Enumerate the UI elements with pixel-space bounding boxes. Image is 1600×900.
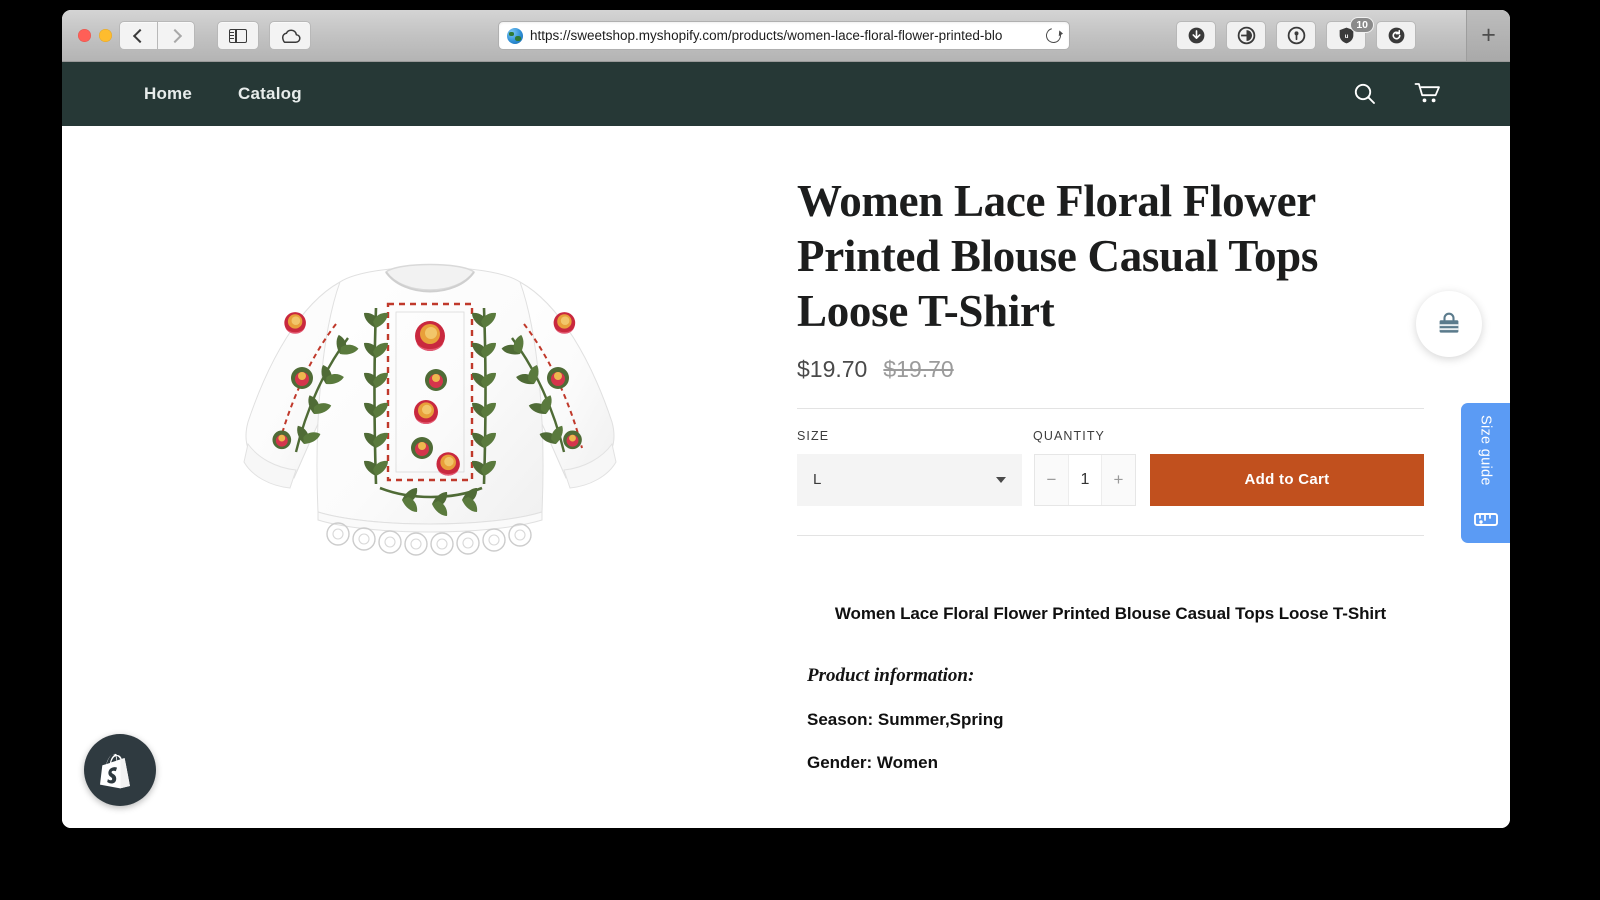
product-information-heading: Product information: — [807, 665, 1424, 687]
product-price: $19.70 — [797, 356, 867, 383]
chevron-down-icon — [996, 477, 1006, 483]
extension-password-button[interactable] — [1276, 21, 1316, 50]
floating-bag-button[interactable] — [1416, 291, 1482, 357]
description-title: Women Lace Floral Flower Printed Blouse … — [797, 596, 1424, 632]
size-guide-label: Size guide — [1478, 415, 1494, 503]
download-icon — [1187, 26, 1206, 45]
product-grid: Women Lace Floral Flower Printed Blouse … — [62, 126, 1510, 773]
divider-top — [797, 408, 1424, 409]
quantity-decrease-button[interactable]: − — [1035, 455, 1068, 505]
adblock-icon — [1237, 26, 1256, 45]
shopify-badge[interactable] — [84, 734, 156, 806]
product-image[interactable] — [190, 212, 670, 632]
extension-refresh-button[interactable] — [1376, 21, 1416, 50]
divider-bottom — [797, 535, 1424, 536]
forward-button[interactable] — [157, 21, 195, 50]
reload-icon[interactable] — [1043, 25, 1063, 45]
quantity-value[interactable]: 1 — [1068, 455, 1102, 505]
shopify-logo-icon — [100, 750, 140, 790]
nav-link-catalog[interactable]: Catalog — [228, 78, 312, 110]
quantity-stepper: − 1 + — [1034, 454, 1136, 506]
quantity-increase-button[interactable]: + — [1102, 455, 1135, 505]
address-bar[interactable]: https://sweetshop.myshopify.com/products… — [498, 21, 1070, 50]
nav-links: Home Catalog — [134, 78, 312, 110]
product-title: Women Lace Floral Flower Printed Blouse … — [797, 174, 1424, 339]
nav-icons — [1352, 81, 1444, 107]
nav-link-home[interactable]: Home — [134, 78, 202, 110]
price-row: $19.70 $19.70 — [797, 356, 1424, 383]
size-guide-tab[interactable]: Size guide — [1461, 403, 1510, 543]
extension-download-button[interactable] — [1176, 21, 1216, 50]
chevron-right-icon — [167, 28, 181, 42]
globe-icon — [507, 28, 523, 44]
product-info-column: Women Lace Floral Flower Printed Blouse … — [797, 174, 1510, 773]
product-information-block: Product information: Season: Summer,Spri… — [797, 665, 1424, 773]
shopping-bag-icon — [1434, 309, 1464, 339]
browser-window: https://sweetshop.myshopify.com/products… — [62, 10, 1510, 828]
product-description: Women Lace Floral Flower Printed Blouse … — [797, 596, 1424, 774]
sidebar-toggle-icon — [229, 29, 247, 43]
back-button[interactable] — [119, 21, 157, 50]
size-selected-value: L — [813, 471, 821, 488]
product-compare-at-price: $19.70 — [883, 356, 953, 383]
product-info-season: Season: Summer,Spring — [807, 710, 1424, 730]
size-label: SIZE — [797, 429, 1033, 443]
product-info-gender: Gender: Women — [807, 753, 1424, 773]
option-labels: SIZE QUANTITY — [797, 429, 1424, 443]
blouse-illustration — [190, 212, 670, 632]
site-navigation-bar: Home Catalog — [62, 62, 1510, 126]
chevron-left-icon — [133, 28, 147, 42]
shopping-cart-icon[interactable] — [1414, 81, 1444, 107]
ruler-icon — [1472, 503, 1500, 531]
new-tab-button[interactable]: + — [1466, 10, 1510, 61]
extension-adblock-button[interactable] — [1226, 21, 1266, 50]
refresh-extension-icon — [1387, 26, 1406, 45]
shield-badge-count: 10 — [1350, 17, 1374, 33]
password-key-icon — [1287, 26, 1306, 45]
browser-toolbar: https://sweetshop.myshopify.com/products… — [62, 10, 1510, 62]
minimize-window-button[interactable] — [99, 29, 112, 42]
cloud-icon — [279, 28, 301, 44]
extension-shield-button[interactable]: u 10 — [1326, 21, 1366, 50]
quantity-label: QUANTITY — [1033, 429, 1105, 443]
size-select[interactable]: L — [797, 454, 1022, 506]
search-icon[interactable] — [1352, 81, 1378, 107]
product-media-column — [62, 174, 797, 773]
svg-text:u: u — [1344, 33, 1348, 40]
icloud-tabs-button[interactable] — [269, 21, 311, 50]
close-window-button[interactable] — [78, 29, 91, 42]
sidebar-toggle-button[interactable] — [217, 21, 259, 50]
url-text: https://sweetshop.myshopify.com/products… — [530, 28, 1040, 43]
add-to-cart-button[interactable]: Add to Cart — [1150, 454, 1424, 506]
product-controls: L − 1 + Add to Cart — [797, 454, 1424, 506]
product-page: Women Lace Floral Flower Printed Blouse … — [62, 126, 1510, 828]
